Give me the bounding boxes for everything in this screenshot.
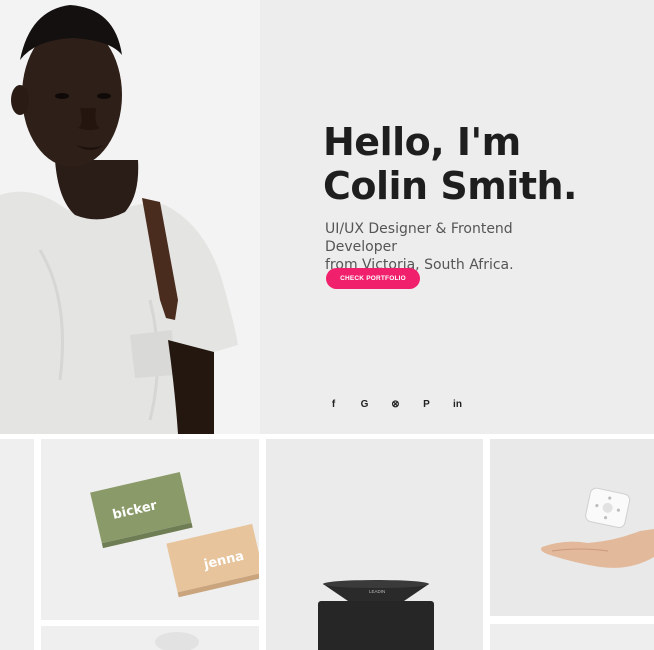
portfolio-item-bottom-right[interactable] — [490, 624, 654, 650]
hero-title: Hello, I'm Colin Smith. — [323, 120, 585, 208]
hero-title-line-1: Hello, I'm — [323, 120, 521, 164]
hero-photo-panel — [0, 0, 260, 434]
google-icon[interactable]: G — [349, 395, 380, 413]
hero-text-block: Hello, I'm Colin Smith. UI/UX Designer &… — [323, 120, 585, 274]
hero-subtitle-line-1: UI/UX Designer & Frontend Developer — [325, 221, 513, 255]
speaker-image: LEADIN — [318, 580, 434, 650]
portfolio-grid: bicker jenna LEADIN — [0, 434, 654, 650]
hand-remote-image — [541, 487, 654, 568]
portfolio-item-business-cards[interactable]: bicker jenna — [41, 439, 259, 620]
check-portfolio-button[interactable]: CHECK PORTFOLIO — [326, 268, 420, 289]
facebook-icon[interactable]: f — [318, 395, 349, 413]
portrait-photo — [0, 5, 238, 434]
business-cards-image: bicker jenna — [90, 471, 259, 598]
portfolio-item-edge[interactable] — [0, 439, 34, 650]
portfolio-item-speaker[interactable]: LEADIN — [266, 439, 483, 650]
hero-section: Hello, I'm Colin Smith. UI/UX Designer &… — [0, 0, 654, 434]
linkedin-icon[interactable]: in — [442, 395, 473, 413]
portfolio-item-bowl[interactable] — [41, 626, 259, 650]
bowl-image — [155, 632, 199, 650]
speaker-brand-label: LEADIN — [369, 589, 385, 594]
dribbble-icon[interactable]: ⊗ — [380, 395, 411, 413]
social-links: f G ⊗ P in — [318, 395, 473, 413]
hero-title-line-2: Colin Smith. — [323, 164, 577, 208]
portfolio-item-remote[interactable] — [490, 439, 654, 616]
hero-subtitle: UI/UX Designer & Frontend Developer from… — [325, 220, 585, 274]
pinterest-icon[interactable]: P — [411, 395, 442, 413]
